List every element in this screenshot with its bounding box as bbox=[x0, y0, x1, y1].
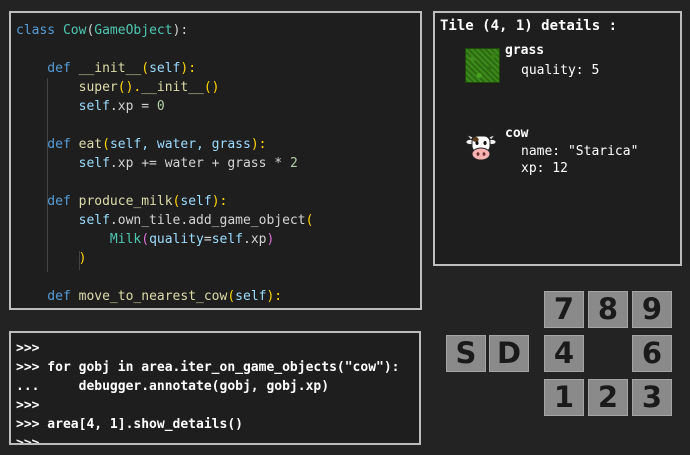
key-1[interactable]: 1 bbox=[544, 379, 584, 416]
code-line: ) bbox=[16, 249, 313, 268]
console-line: >>> area[4, 1].show_details() bbox=[16, 417, 243, 432]
code-token: ( bbox=[227, 289, 236, 304]
key-3[interactable]: 3 bbox=[632, 379, 672, 416]
code-line: self.xp = 0 bbox=[16, 97, 313, 116]
cow-xp-attr: xp: 12 bbox=[521, 161, 568, 176]
code-token: def bbox=[16, 194, 79, 209]
key-7[interactable]: 7 bbox=[544, 291, 584, 328]
code-token: self bbox=[180, 194, 212, 209]
cow-icon bbox=[465, 134, 497, 161]
code-line: self.xp += water + grass * 2 bbox=[16, 154, 313, 173]
code-token: ): bbox=[250, 137, 267, 152]
code-token: 0 bbox=[156, 99, 165, 114]
key-d[interactable]: D bbox=[489, 335, 529, 372]
code-token: .xp += water + grass * bbox=[109, 156, 290, 171]
code-line: def __init__(self): bbox=[16, 59, 313, 78]
code-line: super().__init__() bbox=[16, 78, 313, 97]
code-token: eat bbox=[78, 137, 103, 152]
code-token: .xp = bbox=[109, 99, 157, 114]
key-8[interactable]: 8 bbox=[588, 291, 628, 328]
code-token: self, water, grass bbox=[109, 137, 251, 152]
code-token: quality bbox=[149, 232, 204, 247]
code-token: ) bbox=[266, 232, 275, 247]
code-token: ( bbox=[102, 137, 110, 152]
cow-object-name: cow bbox=[505, 126, 529, 141]
key-4[interactable]: 4 bbox=[544, 335, 584, 372]
tile-details-panel: Tile (4, 1) details : grass quality: 5 c… bbox=[433, 11, 682, 266]
code-token: def bbox=[16, 289, 79, 304]
code-lines: class Cow(GameObject): def __init__(self… bbox=[16, 21, 313, 306]
console-line: >>> bbox=[16, 436, 40, 445]
code-token: ( bbox=[305, 213, 314, 228]
code-token: class bbox=[16, 23, 63, 38]
console-line: >>> bbox=[16, 398, 40, 413]
code-line: class Cow(GameObject): bbox=[16, 21, 313, 40]
code-token: __init__ bbox=[78, 61, 142, 76]
code-token: Cow bbox=[62, 23, 87, 38]
code-token: def bbox=[16, 61, 79, 76]
code-token: ): bbox=[211, 194, 228, 209]
console-lines: >>> >>> for gobj in area.iter_on_game_obj… bbox=[16, 339, 400, 445]
code-token: ): bbox=[266, 289, 283, 304]
console-line: >>> for gobj in area.iter_on_game_object… bbox=[16, 360, 400, 375]
grass-object-name: grass bbox=[505, 43, 545, 58]
code-line: def move_to_nearest_cow(self): bbox=[16, 287, 313, 306]
grass-quality: quality: 5 bbox=[521, 63, 600, 78]
code-line: def produce_milk(self): bbox=[16, 192, 313, 211]
code-token: Milk bbox=[16, 232, 142, 247]
key-s[interactable]: S bbox=[446, 335, 486, 372]
key-2[interactable]: 2 bbox=[588, 379, 628, 416]
code-token: self bbox=[16, 156, 110, 171]
code-line: def eat(self, water, grass): bbox=[16, 135, 313, 154]
code-token: ): bbox=[180, 61, 197, 76]
code-token: self bbox=[16, 213, 110, 228]
code-token: ) bbox=[16, 251, 87, 266]
key-9[interactable]: 9 bbox=[632, 291, 672, 328]
console-line: ... debugger.annotate(gobj, gobj.xp) bbox=[16, 379, 330, 394]
details-title: Tile (4, 1) details : bbox=[440, 18, 618, 34]
code-token: produce_milk bbox=[78, 194, 173, 209]
code-editor-panel[interactable]: class Cow(GameObject): def __init__(self… bbox=[9, 11, 422, 310]
code-token: () bbox=[203, 80, 220, 95]
cow-name-attr: name: "Starica" bbox=[521, 144, 639, 159]
code-token: ): bbox=[172, 23, 189, 38]
code-line: self.own_tile.add_game_object( bbox=[16, 211, 314, 230]
code-token: super bbox=[16, 80, 118, 95]
code-token: 2 bbox=[289, 156, 298, 171]
code-token: __init__ bbox=[141, 80, 204, 95]
code-line: Milk(quality=self.xp) bbox=[16, 230, 313, 249]
console-line: >>> bbox=[16, 341, 40, 356]
code-token: self bbox=[211, 232, 243, 247]
code-token: self bbox=[16, 99, 110, 114]
code-token: ( bbox=[141, 61, 150, 76]
key-6[interactable]: 6 bbox=[632, 335, 672, 372]
code-token: = bbox=[203, 232, 212, 247]
python-console-panel[interactable]: >>> >>> for gobj in area.iter_on_game_obj… bbox=[9, 331, 421, 445]
code-token: move_to_nearest_cow bbox=[78, 289, 228, 304]
code-token: .xp bbox=[243, 232, 267, 247]
code-token: ( bbox=[141, 232, 150, 247]
code-token: .own_tile.add_game_object bbox=[109, 213, 306, 228]
grass-icon bbox=[465, 48, 500, 83]
code-token: self bbox=[149, 61, 181, 76]
code-token: self bbox=[235, 289, 267, 304]
code-token: (). bbox=[117, 80, 142, 95]
code-token: def bbox=[16, 137, 79, 152]
code-token: GameObject bbox=[94, 23, 173, 38]
